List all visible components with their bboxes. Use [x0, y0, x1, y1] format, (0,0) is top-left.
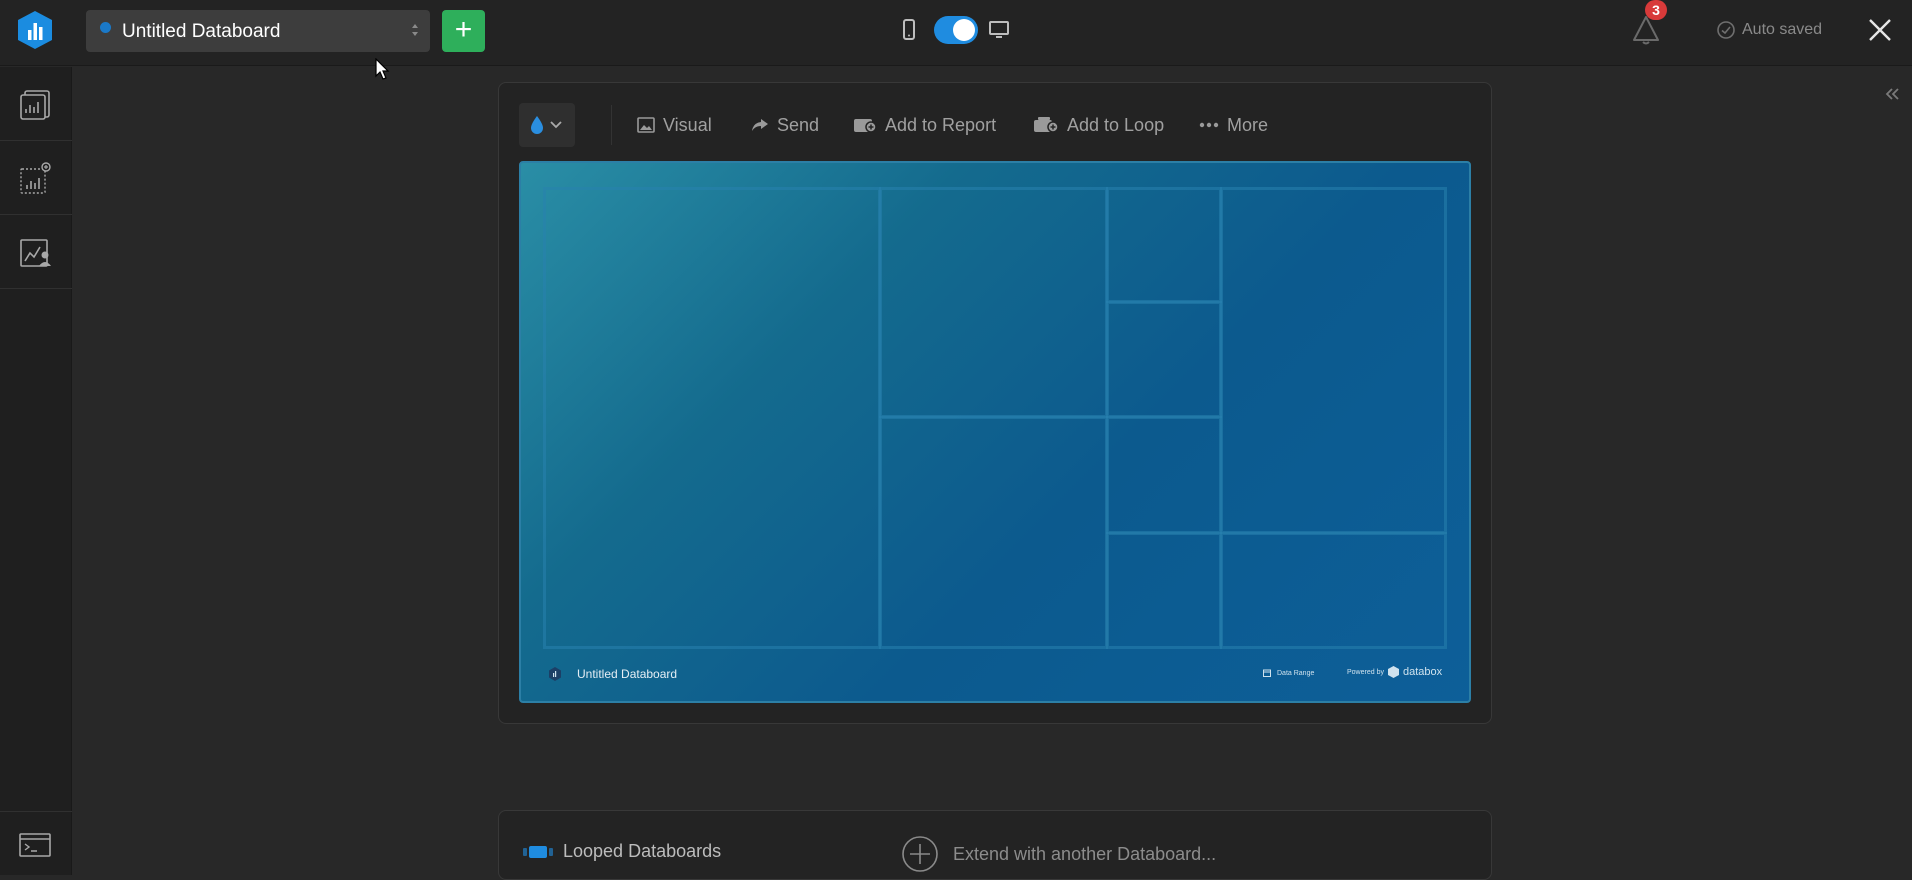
- databoard-card: Visual Send Add to Report Add to Loop Mo…: [498, 82, 1492, 724]
- check-circle-icon: [1717, 21, 1735, 39]
- layout-tile: [543, 187, 881, 649]
- mouse-cursor-icon: [375, 58, 390, 80]
- collapse-panel-icon[interactable]: [1884, 86, 1900, 102]
- layout-tile: [1220, 532, 1447, 649]
- send-button[interactable]: Send: [751, 103, 819, 147]
- looped-databoards-label: Looped Databoards: [563, 841, 722, 861]
- mobile-icon[interactable]: [902, 19, 916, 41]
- calendar-icon: [1263, 669, 1271, 677]
- plus-circle-icon: [902, 836, 938, 872]
- image-icon: [637, 117, 655, 133]
- switch-knob: [953, 19, 975, 41]
- extend-databoard-button[interactable]: Extend with another Databoard...: [901, 835, 1216, 873]
- close-icon[interactable]: [1866, 16, 1894, 44]
- databoard-name: Untitled Databoard: [122, 21, 281, 42]
- date-range-label: Data Range: [1277, 669, 1315, 677]
- databoards-icon: [20, 90, 50, 120]
- visual-label: Visual: [663, 114, 712, 135]
- databox-logo-icon[interactable]: [16, 10, 54, 50]
- add-databoard-button[interactable]: +: [442, 10, 485, 52]
- desktop-icon[interactable]: [988, 19, 1010, 41]
- view-mode-toggle[interactable]: [902, 16, 1012, 44]
- add-to-loop-label: Add to Loop: [1067, 114, 1165, 135]
- more-label: More: [1227, 114, 1269, 135]
- sidebar-item-new-metric[interactable]: [0, 141, 72, 215]
- autosave-status: Auto saved: [1716, 18, 1822, 42]
- extend-label: Extend with another Databoard...: [953, 843, 1217, 864]
- databoard-preview[interactable]: Untitled Databoard Data Range Powered by…: [519, 161, 1471, 703]
- add-to-report-button[interactable]: Add to Report: [853, 103, 996, 147]
- sort-arrows-icon: [412, 24, 418, 36]
- view-switch[interactable]: [934, 16, 978, 44]
- sidebar-item-databoards[interactable]: [0, 67, 72, 141]
- databoard-selector[interactable]: Untitled Databoard: [86, 10, 430, 52]
- sidebar-item-user-metrics[interactable]: [0, 215, 72, 289]
- loop-icon: [523, 845, 553, 858]
- databox-small-logo-icon: [549, 667, 561, 681]
- top-bar: Untitled Databoard + 3 Auto saved: [0, 0, 1912, 66]
- more-button[interactable]: More: [1199, 103, 1268, 147]
- terminal-icon: [19, 833, 51, 857]
- date-range: Data Range: [1263, 669, 1314, 677]
- send-label: Send: [777, 114, 820, 135]
- user-metrics-icon: [20, 239, 51, 267]
- sidebar-item-console[interactable]: [0, 811, 72, 875]
- color-drop-icon: [531, 116, 562, 134]
- layout-tile: [1106, 187, 1222, 303]
- layout-tile: [879, 187, 1108, 418]
- add-to-report-label: Add to Report: [885, 114, 997, 135]
- preview-footer: Untitled Databoard Data Range Powered by…: [521, 651, 1469, 701]
- powered-by-label: Powered by: [1347, 668, 1384, 676]
- preview-layout-grid: [543, 187, 1447, 649]
- brand-name: databox: [1402, 666, 1443, 678]
- looped-databoards: Looped Databoards: [523, 841, 721, 862]
- databoard-toolbar: Visual Send Add to Report Add to Loop Mo…: [519, 103, 1473, 149]
- layout-tile: [879, 416, 1108, 649]
- report-add-icon: [854, 119, 877, 133]
- layout-tile: [1220, 187, 1447, 534]
- layout-tile: [1106, 532, 1222, 649]
- preview-title: Untitled Databoard: [577, 667, 678, 681]
- layout-tile: [1106, 416, 1222, 534]
- looped-databoards-bar: Looped Databoards Extend with another Da…: [498, 810, 1492, 880]
- autosave-label: Auto saved: [1742, 21, 1823, 38]
- databoard-color-dot: [100, 22, 111, 33]
- toolbar-separator: [611, 105, 612, 145]
- loop-add-icon: [1034, 117, 1059, 133]
- theme-dropdown-button[interactable]: [519, 103, 575, 147]
- more-dots-icon: [1199, 122, 1219, 128]
- notification-badge: 3: [1645, 0, 1667, 20]
- share-arrow-icon: [752, 119, 768, 131]
- visual-button[interactable]: Visual: [637, 103, 712, 147]
- new-metric-icon: [20, 162, 51, 194]
- databox-brand-icon: [1387, 666, 1399, 678]
- left-sidebar: [0, 67, 72, 875]
- powered-by: Powered by databox: [1347, 666, 1442, 678]
- add-to-loop-button[interactable]: Add to Loop: [1033, 103, 1164, 147]
- layout-tile: [1106, 301, 1222, 418]
